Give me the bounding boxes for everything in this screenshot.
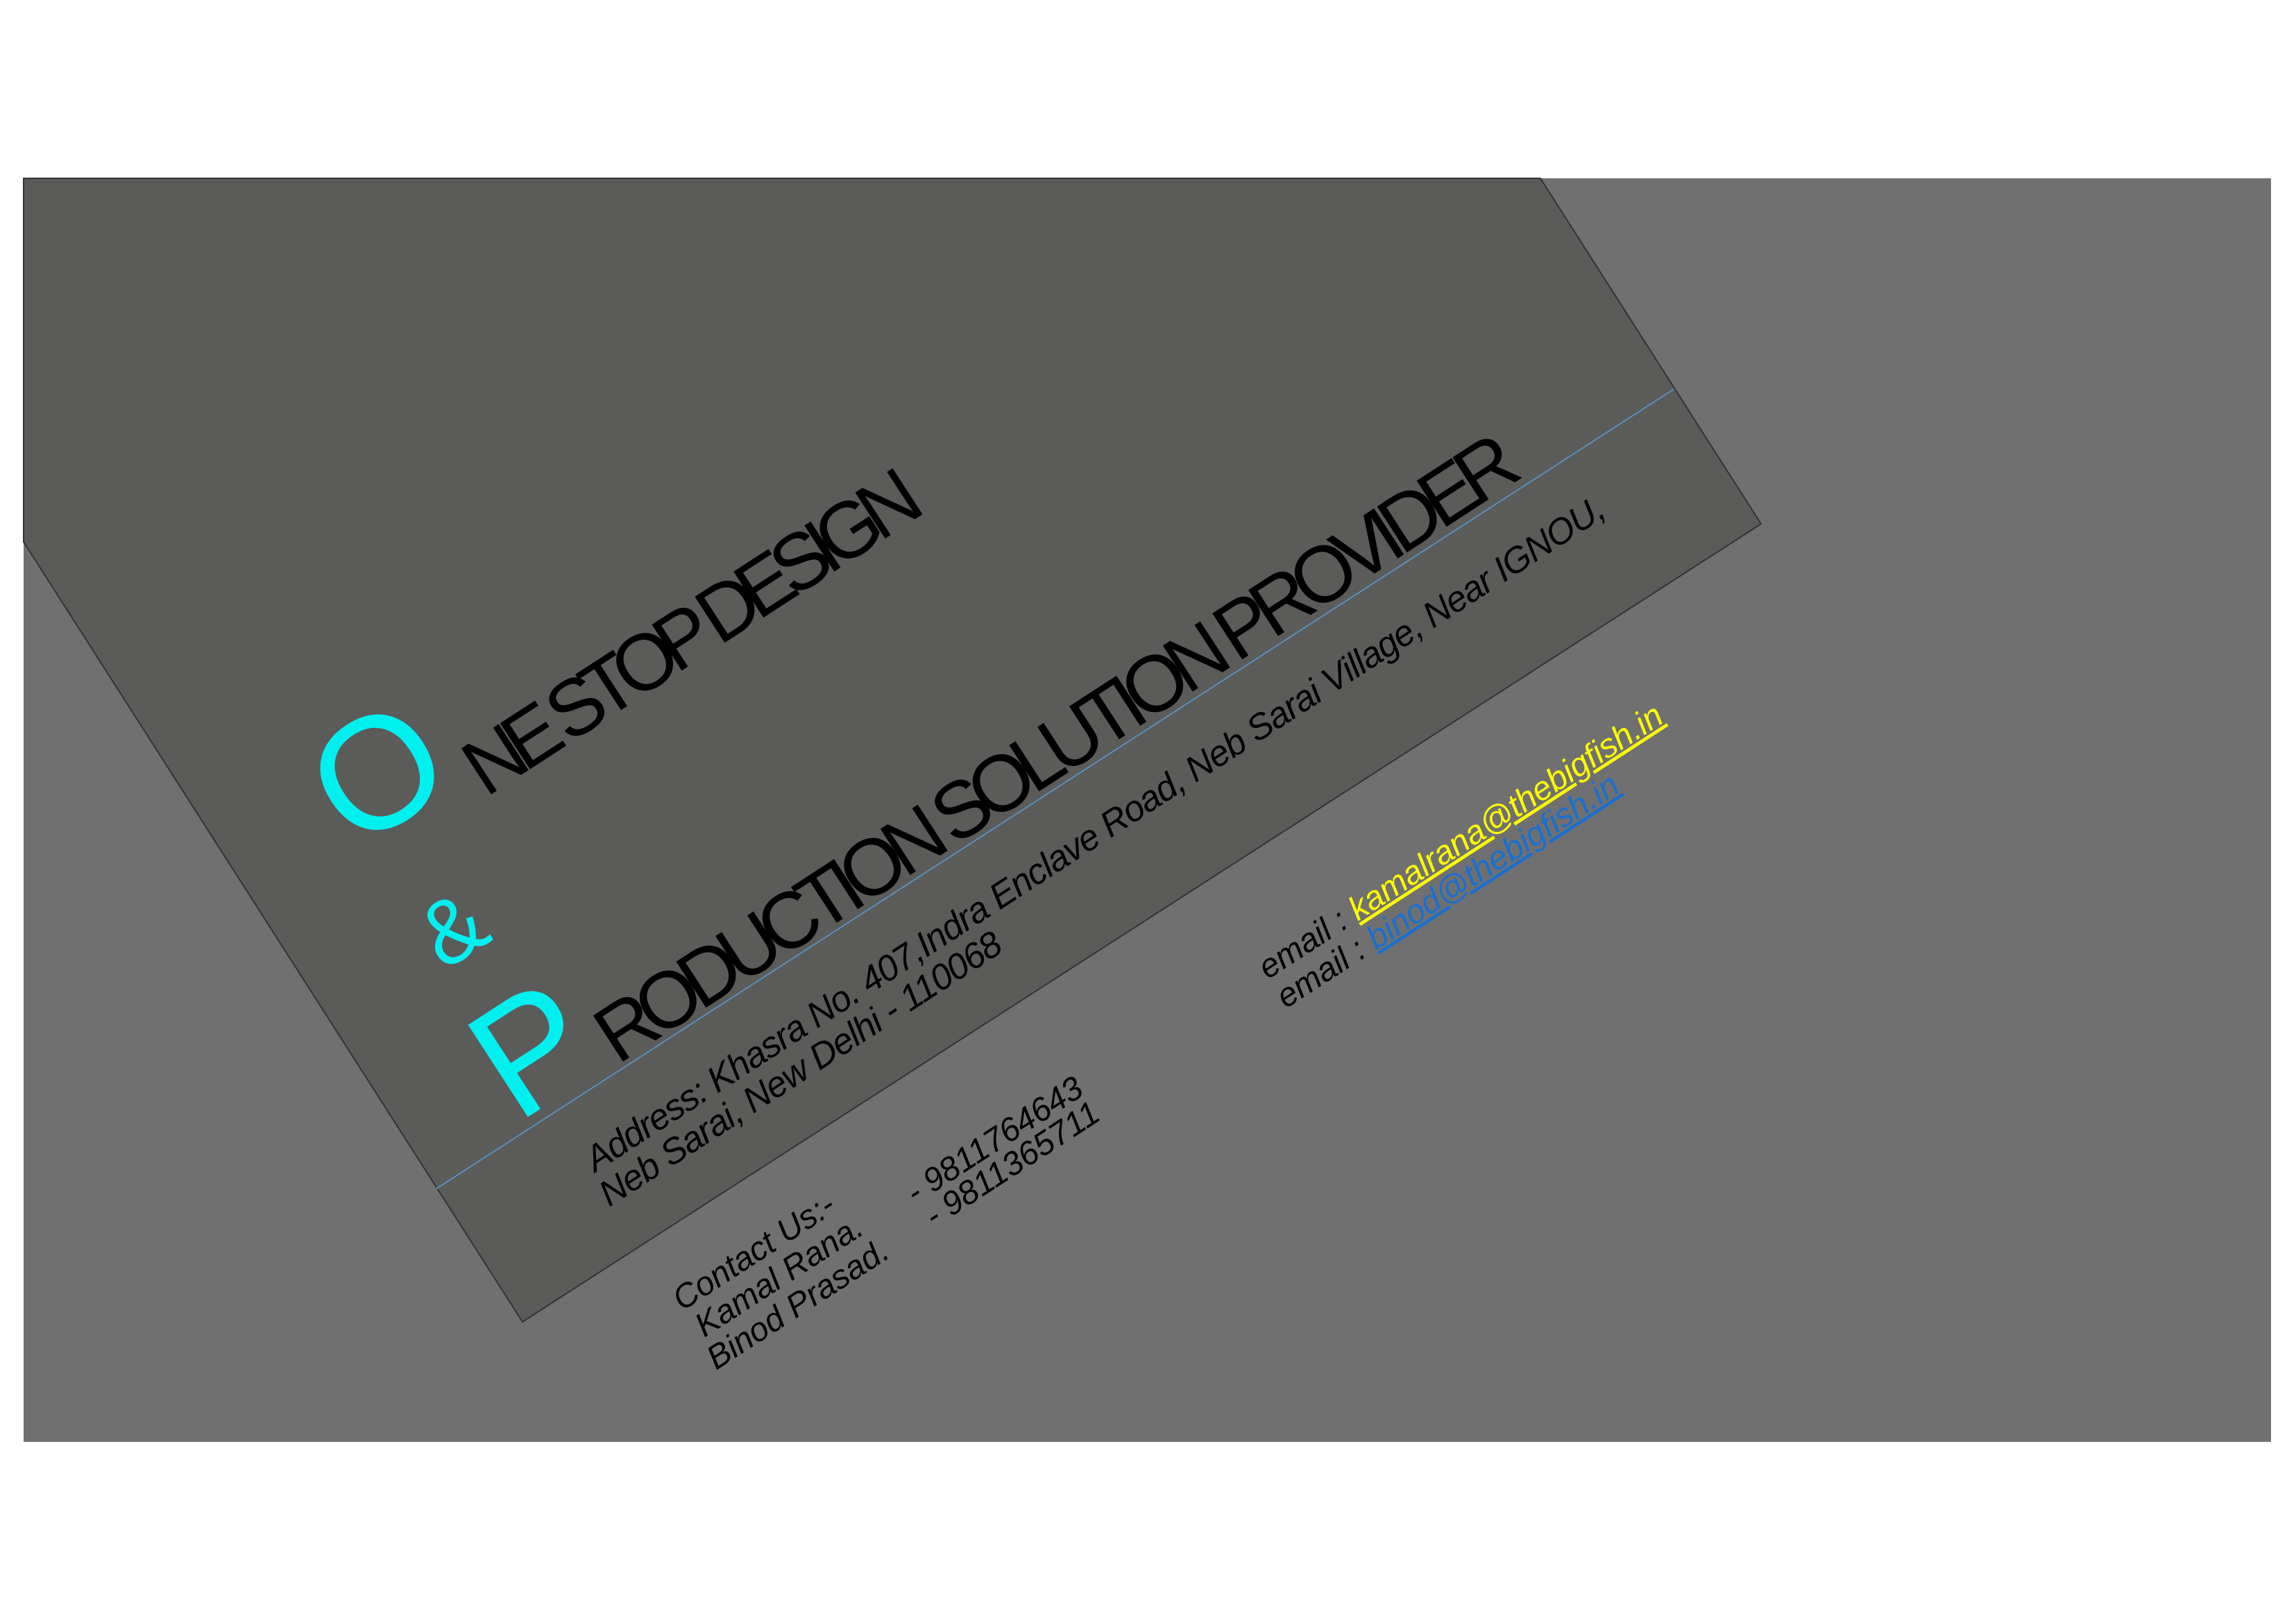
business-card-canvas: O NE STOP DESIGN & P RODUCTION SOLUTION … [23, 178, 2271, 1442]
